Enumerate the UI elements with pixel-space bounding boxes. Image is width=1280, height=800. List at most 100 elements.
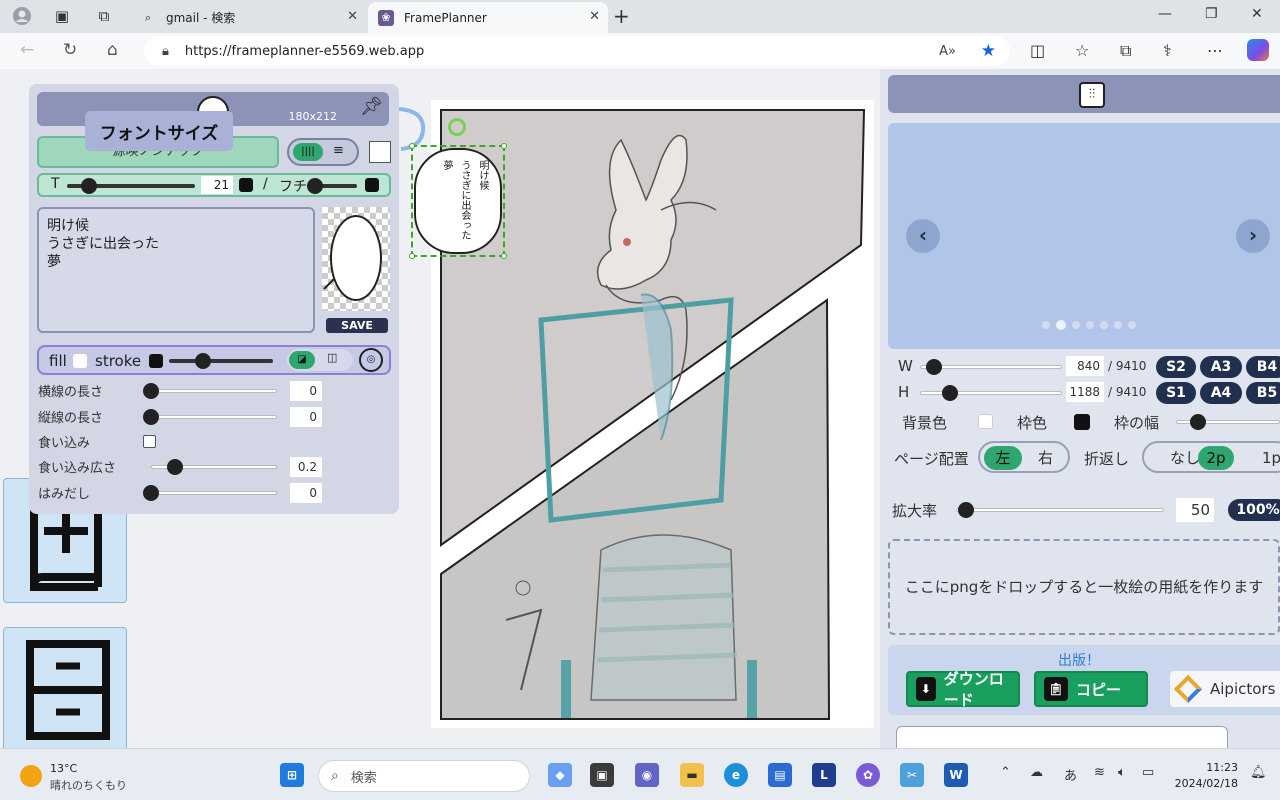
- prop-value-1[interactable]: 0: [290, 407, 322, 427]
- workspaces-icon[interactable]: ▣: [50, 5, 74, 27]
- copilot-pre-icon[interactable]: ◆: [548, 763, 572, 787]
- minimize-icon[interactable]: —: [1158, 6, 1172, 22]
- zoom-100-button[interactable]: 100%: [1228, 499, 1280, 521]
- page-layout-toggle[interactable]: 左 右: [978, 441, 1070, 473]
- preset-a3-button[interactable]: A3: [1200, 356, 1242, 378]
- tray-chevron-icon[interactable]: ⌃: [1000, 765, 1011, 780]
- prop-value-4[interactable]: 0: [290, 483, 322, 503]
- selected-speech-balloon[interactable]: 明け候 うさぎに出会った 夢: [409, 143, 507, 259]
- zoom-input[interactable]: 50: [1176, 498, 1214, 522]
- page-layout-left-option[interactable]: 左: [984, 446, 1022, 470]
- notification-bell-icon[interactable]: 🔔︎: [1250, 765, 1267, 780]
- prop-slider-1[interactable]: [151, 415, 277, 419]
- copilot-icon[interactable]: [1247, 39, 1269, 61]
- font-color-swatch[interactable]: [239, 178, 253, 192]
- carousel-dot[interactable]: [1114, 321, 1122, 329]
- stroke-width-slider-knob[interactable]: [195, 353, 211, 369]
- taskbar-search[interactable]: ⌕ 検索: [318, 760, 530, 792]
- carousel-dot[interactable]: [1086, 321, 1094, 329]
- battery-icon[interactable]: ▭: [1142, 765, 1154, 780]
- favorites-icon[interactable]: ☆: [1075, 41, 1089, 60]
- frame-width-slider-knob[interactable]: [1190, 414, 1206, 430]
- horizontal-text-icon[interactable]: ≡: [333, 143, 344, 158]
- stroke-width-slider[interactable]: [169, 359, 273, 363]
- preset-b5-button[interactable]: B5: [1246, 382, 1280, 404]
- bite-checkbox[interactable]: [143, 435, 156, 448]
- task-view-icon[interactable]: ▣: [590, 763, 614, 787]
- ime-indicator[interactable]: あ: [1064, 765, 1077, 784]
- teams-chat-icon[interactable]: ◉: [635, 763, 659, 787]
- font-size-slider-knob[interactable]: [81, 178, 97, 194]
- tab-frameplanner[interactable]: ❀ FramePlanner ✕: [368, 2, 608, 33]
- edge-browser-icon[interactable]: e: [724, 763, 748, 787]
- carousel-dot[interactable]: [1072, 321, 1080, 329]
- outline-color-swatch[interactable]: [365, 178, 379, 192]
- copy-button[interactable]: 📋︎ コピー: [1034, 671, 1148, 707]
- png-drop-zone[interactable]: ここにpngをドロップすると一枚絵の用紙を作ります: [888, 539, 1280, 635]
- save-button[interactable]: SAVE: [326, 318, 388, 333]
- prop-slider-knob-1[interactable]: [143, 409, 159, 425]
- read-aloud-icon[interactable]: A»: [939, 44, 956, 59]
- resize-handle[interactable]: [409, 143, 415, 149]
- favorite-star-icon[interactable]: ★: [981, 41, 996, 61]
- balloon-shape-preview[interactable]: [322, 207, 390, 311]
- preset-b4-button[interactable]: B4: [1246, 356, 1280, 378]
- sliders-settings-icon[interactable]: ⫶⫶: [1079, 82, 1105, 108]
- balloon-text-input[interactable]: 明け候 うさぎに出会った 夢: [37, 207, 315, 333]
- url-field[interactable]: 🔒︎ https://frameplanner-e5569.web.app A»…: [144, 36, 1010, 66]
- carousel-dot[interactable]: [1042, 321, 1050, 329]
- resize-handle[interactable]: [501, 143, 507, 149]
- rotate-handle-icon[interactable]: [448, 118, 466, 136]
- word-icon[interactable]: W: [944, 763, 968, 787]
- preset-a4-button[interactable]: A4: [1200, 382, 1242, 404]
- store-icon[interactable]: ▤: [768, 763, 792, 787]
- zoom-slider[interactable]: [956, 508, 1164, 512]
- system-clock[interactable]: 11:23 2024/02/18: [1170, 760, 1238, 792]
- profile-icon[interactable]: [10, 5, 34, 27]
- prop-value-0[interactable]: 0: [290, 381, 322, 401]
- preset-s2-button[interactable]: S2: [1156, 356, 1196, 378]
- chevron-left-icon[interactable]: ‹: [906, 219, 940, 253]
- width-input[interactable]: 840: [1066, 356, 1104, 376]
- text-color-swatch[interactable]: [369, 141, 391, 163]
- frame-color-swatch[interactable]: [1074, 414, 1090, 430]
- windows-start-icon[interactable]: ⊞: [280, 763, 304, 787]
- fold-toggle[interactable]: なし 2p 1p: [1142, 441, 1280, 473]
- vertical-text-icon[interactable]: ||||: [293, 143, 323, 161]
- prop-value-3[interactable]: 0.2: [290, 457, 322, 477]
- photos-app-icon[interactable]: ✿: [856, 763, 880, 787]
- page-layout-right-option[interactable]: 右: [1038, 446, 1053, 470]
- collections-icon[interactable]: ⧉: [1120, 41, 1131, 61]
- template-carousel[interactable]: ‹ ›: [888, 123, 1280, 349]
- split-screen-icon[interactable]: ◫: [1030, 41, 1045, 60]
- bg-color-swatch[interactable]: [978, 414, 993, 429]
- height-input[interactable]: 1188: [1066, 382, 1104, 402]
- file-cabinet-button[interactable]: [3, 627, 127, 748]
- shape-alt-icon[interactable]: ◫: [327, 351, 337, 364]
- volume-icon[interactable]: 🔈︎: [1118, 765, 1126, 780]
- file-explorer-icon[interactable]: ▬: [680, 763, 704, 787]
- fold-1p-option[interactable]: 1p: [1262, 446, 1280, 470]
- carousel-dot-active[interactable]: [1056, 320, 1066, 330]
- prop-slider-knob-3[interactable]: [167, 459, 183, 475]
- reset-shape-icon[interactable]: ◎: [359, 348, 383, 372]
- more-menu-icon[interactable]: ⋯: [1207, 41, 1223, 60]
- download-button[interactable]: ⬇ ダウンロード: [906, 670, 1020, 709]
- wifi-icon[interactable]: ≋: [1094, 765, 1105, 780]
- prop-slider-knob-0[interactable]: [143, 383, 159, 399]
- close-icon[interactable]: ✕: [589, 9, 600, 24]
- chevron-right-icon[interactable]: ›: [1236, 219, 1270, 253]
- pin-icon[interactable]: 📌︎: [360, 96, 383, 117]
- prop-slider-4[interactable]: [151, 491, 277, 495]
- fill-color-swatch[interactable]: [73, 354, 87, 368]
- resize-handle[interactable]: [501, 253, 507, 259]
- new-tab-icon[interactable]: +: [613, 4, 630, 28]
- restore-icon[interactable]: ❐: [1205, 6, 1218, 22]
- l-app-icon[interactable]: L: [812, 763, 836, 787]
- shape-mode-icon[interactable]: ◪: [289, 351, 315, 369]
- home-icon[interactable]: ⌂: [107, 40, 118, 60]
- refresh-icon[interactable]: ↻: [63, 40, 77, 60]
- aipictors-button[interactable]: Aipictors: [1170, 671, 1280, 707]
- back-icon[interactable]: ←: [20, 40, 34, 60]
- fold-2p-option[interactable]: 2p: [1198, 446, 1234, 470]
